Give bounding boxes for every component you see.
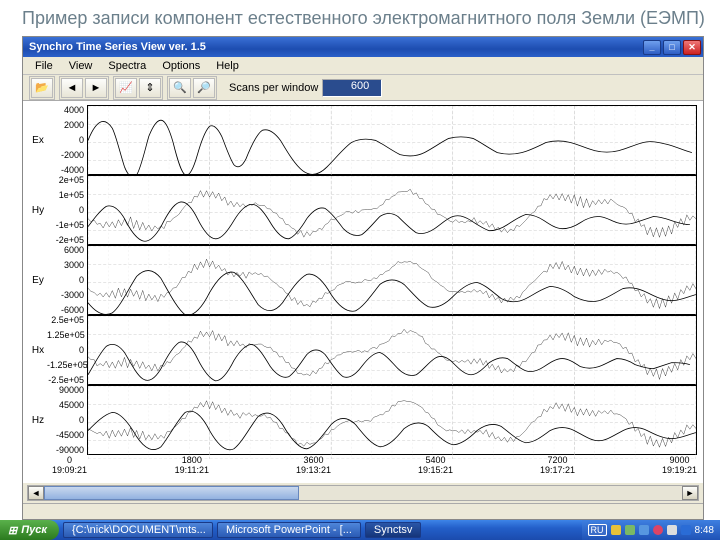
start-label: Пуск (21, 524, 47, 536)
bluetooth-icon[interactable] (681, 525, 691, 535)
taskbar-item[interactable]: Synctsv (365, 522, 422, 538)
x-tick: 900019:19:21 (679, 455, 714, 475)
chart-row-Ey: Ey600030000-3000-6000 (29, 245, 697, 315)
menubar: File View Spectra Options Help (23, 57, 703, 75)
chart-canvas[interactable] (87, 105, 697, 175)
chart-row-Hz: Hz90000450000-45000-90000 (29, 385, 697, 455)
tray-icon[interactable] (639, 525, 649, 535)
x-tick: 019:09:21 (69, 455, 104, 475)
chart-canvas[interactable] (87, 175, 697, 245)
chart-row-Hy: Hy2e+051e+050-1e+05-2e+05 (29, 175, 697, 245)
language-indicator[interactable]: RU (588, 524, 607, 536)
statusbar (23, 503, 703, 519)
x-tick: 720019:17:21 (557, 455, 592, 475)
clock[interactable]: 8:48 (695, 525, 714, 536)
zoom-in-button[interactable]: 🔍 (169, 78, 191, 98)
chart-canvas[interactable] (87, 315, 697, 385)
y-label: Ex (29, 105, 47, 175)
menu-view[interactable]: View (63, 59, 99, 73)
scans-label: Scans per window (229, 82, 318, 94)
titlebar[interactable]: Synchro Time Series View ver. 1.5 _ □ ✕ (23, 37, 703, 57)
y-ticks: 400020000-2000-4000 (47, 105, 87, 175)
maximize-button[interactable]: □ (663, 40, 681, 55)
scroll-thumb[interactable] (44, 486, 299, 500)
menu-options[interactable]: Options (156, 59, 206, 73)
chart-button[interactable]: 📈 (115, 78, 137, 98)
prev-button[interactable]: ◄ (61, 78, 83, 98)
start-button[interactable]: ⊞ Пуск (0, 520, 59, 540)
y-label: Hx (29, 315, 47, 385)
menu-file[interactable]: File (29, 59, 59, 73)
next-button[interactable]: ► (85, 78, 107, 98)
zoom-out-button[interactable]: 🔎 (193, 78, 215, 98)
x-tick: 540019:15:21 (435, 455, 470, 475)
taskbar: ⊞ Пуск {C:\nick\DOCUMENT\mts...Microsoft… (0, 520, 720, 540)
window-title: Synchro Time Series View ver. 1.5 (29, 41, 643, 53)
chart-canvas[interactable] (87, 245, 697, 315)
scroll-right-button[interactable]: ► (682, 486, 698, 500)
y-ticks: 2e+051e+050-1e+05-2e+05 (47, 175, 87, 245)
tray-icon[interactable] (653, 525, 663, 535)
taskbar-item[interactable]: Microsoft PowerPoint - [... (217, 522, 361, 538)
y-label: Hy (29, 175, 47, 245)
slide-title: Пример записи компонент естественного эл… (0, 0, 720, 35)
y-label: Ey (29, 245, 47, 315)
open-button[interactable]: 📂 (31, 78, 53, 98)
system-tray: RU 8:48 (582, 520, 720, 540)
minimize-button[interactable]: _ (643, 40, 661, 55)
y-ticks: 90000450000-45000-90000 (47, 385, 87, 455)
scroll-left-button[interactable]: ◄ (28, 486, 44, 500)
chart-canvas[interactable] (87, 385, 697, 455)
tray-icon[interactable] (667, 525, 677, 535)
zoom-y-button[interactable]: ⇕ (139, 78, 161, 98)
plot-area: Ex400020000-2000-4000Hy2e+051e+050-1e+05… (23, 101, 703, 483)
chart-row-Ex: Ex400020000-2000-4000 (29, 105, 697, 175)
tray-icon[interactable] (611, 525, 621, 535)
scans-input[interactable]: 600 (322, 79, 382, 97)
taskbar-item[interactable]: {C:\nick\DOCUMENT\mts... (63, 522, 213, 538)
horizontal-scrollbar[interactable]: ◄ ► (27, 485, 699, 501)
menu-help[interactable]: Help (210, 59, 245, 73)
x-tick: 360019:13:21 (313, 455, 348, 475)
tray-icon[interactable] (625, 525, 635, 535)
scroll-track[interactable] (44, 486, 682, 500)
app-window: Synchro Time Series View ver. 1.5 _ □ ✕ … (22, 36, 704, 520)
x-tick: 180019:11:21 (192, 455, 226, 475)
windows-logo-icon: ⊞ (8, 524, 17, 537)
menu-spectra[interactable]: Spectra (102, 59, 152, 73)
y-ticks: 600030000-3000-6000 (47, 245, 87, 315)
y-label: Hz (29, 385, 47, 455)
chart-row-Hx: Hx2.5e+051.25e+050-1.25e+05-2.5e+05 (29, 315, 697, 385)
close-button[interactable]: ✕ (683, 40, 701, 55)
x-axis: 019:09:21 180019:11:21 360019:13:21 540019:… (29, 455, 697, 483)
y-ticks: 2.5e+051.25e+050-1.25e+05-2.5e+05 (47, 315, 87, 385)
toolbar: 📂 ◄ ► 📈 ⇕ 🔍 🔎 Scans per window 600 (23, 75, 703, 101)
